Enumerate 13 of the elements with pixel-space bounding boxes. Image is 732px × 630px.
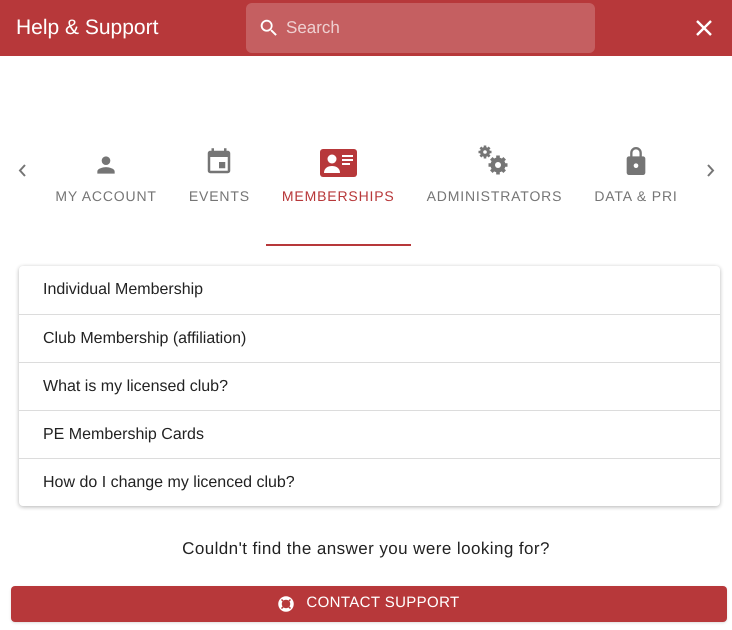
category-tab[interactable]: MY ACCOUNT: [43, 120, 173, 246]
category-tab[interactable]: ADMINISTRATORS: [410, 120, 578, 246]
category-tab[interactable]: EVENTS: [172, 120, 266, 246]
topic-item[interactable]: Club Membership (affiliation): [19, 314, 720, 362]
category-tab[interactable]: DATA & PRI: [578, 120, 690, 246]
category-tab[interactable]: MEMBERSHIPS: [266, 120, 411, 246]
help-prompt: Couldn't find the answer you were looking for?: [181, 538, 551, 560]
contact-support-button[interactable]: CONTACT SUPPORT: [11, 586, 727, 622]
topic-item[interactable]: What is my licensed club?: [19, 362, 720, 410]
topic-item[interactable]: How do I change my licenced club?: [19, 458, 720, 506]
page-title: Help & Support: [16, 15, 160, 42]
topic-item[interactable]: Individual Membership: [19, 266, 720, 314]
topic-item[interactable]: PE Membership Cards: [19, 410, 720, 458]
